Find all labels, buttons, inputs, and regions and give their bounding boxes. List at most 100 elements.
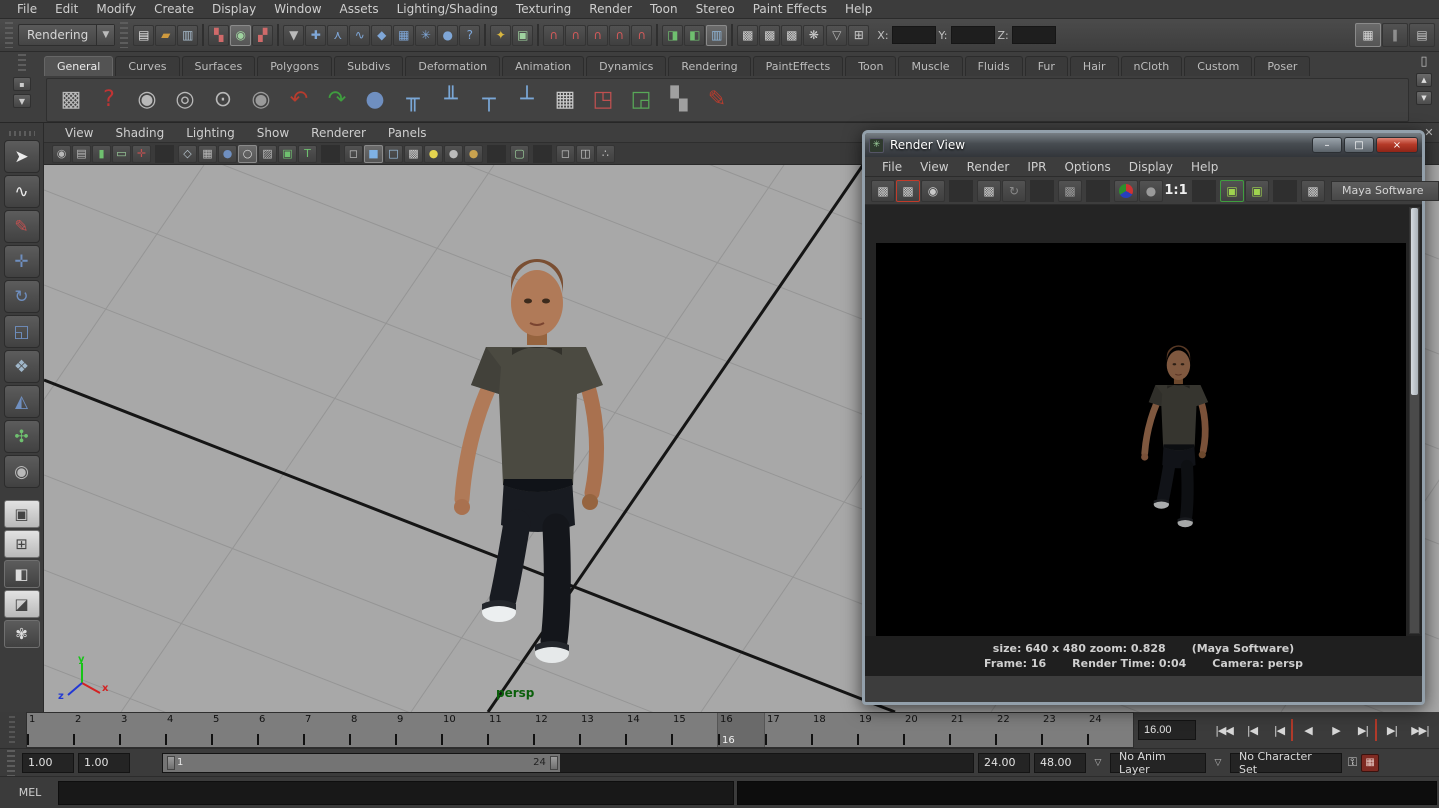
range-grip[interactable] [7,750,15,776]
menu-item[interactable]: Lighting/Shading [388,2,507,16]
timeline-frame[interactable]: 2 [73,713,119,747]
chevron-down-icon[interactable]: ▼ [96,25,114,45]
timeline-frame[interactable]: 20 [903,713,949,747]
lasso-select-tool-icon[interactable]: ∿ [4,175,40,208]
render-view-scrollbar[interactable] [1409,207,1420,634]
render-view-menu-item[interactable]: Options [1055,160,1119,174]
snap-to-view-planes-icon[interactable]: ∩ [609,25,630,46]
statusline-grip[interactable] [5,22,13,48]
open-scene-icon[interactable]: ▰ [155,25,176,46]
smooth-shade-icon[interactable]: ○ [238,145,257,163]
camera-track-icon[interactable]: ◎ [169,84,201,116]
shelf-tab-painteffects[interactable]: PaintEffects [753,56,844,76]
trash-icon[interactable]: ▯ [1420,54,1427,69]
shelf-tab-curves[interactable]: Curves [115,56,179,76]
paint-brush-shelf-icon[interactable]: ✎ [701,84,733,116]
playback-range[interactable]: 1 24 [163,754,560,772]
tool-settings-toggle-icon[interactable]: ∥ [1382,23,1408,47]
attribute-editor-toggle-icon[interactable]: ▤ [1409,23,1435,47]
select-rendering-icon[interactable]: ● [437,25,458,46]
help-icon[interactable]: ? [93,84,125,116]
menu-item[interactable]: Help [836,2,881,16]
show-manipulator-tool-icon[interactable]: ✣ [4,420,40,453]
timeline-frame[interactable]: 11 [487,713,533,747]
range-end-handle[interactable] [550,756,558,770]
timeline-frame[interactable]: 18 [811,713,857,747]
shelf-tab-general[interactable]: General [44,56,113,76]
viewport-menu-item[interactable]: Lighting [175,126,246,140]
x-field[interactable] [892,26,936,44]
step-back-key-button[interactable]: |◀ [1267,719,1293,741]
viewport-menu-item[interactable]: Panels [377,126,438,140]
playback-end-field[interactable]: 24.00 [978,753,1030,773]
bookmarks-icon[interactable]: ▮ [92,145,111,163]
channel-box-toggle-icon[interactable]: ▦ [1355,23,1381,47]
menu-item[interactable]: Toon [641,2,687,16]
shelf-tab-muscle[interactable]: Muscle [898,56,962,76]
pan-zoom-icon[interactable]: ✛ [132,145,151,163]
shelf-tabs-arrow-button[interactable]: ▼ [13,94,31,108]
minimize-button[interactable]: – [1312,137,1342,153]
y-field[interactable] [951,26,995,44]
shelf-tab-hair[interactable]: Hair [1070,56,1119,76]
shelf-tab-surfaces[interactable]: Surfaces [182,56,256,76]
shelf-tab-ncloth[interactable]: nCloth [1121,56,1183,76]
select-surfaces-icon[interactable]: ◆ [371,25,392,46]
playback-start-field[interactable]: 1.00 [78,753,130,773]
timeline-frame[interactable]: 4 [165,713,211,747]
wireframe-cube-icon[interactable]: ◻ [344,145,363,163]
shaded-icon[interactable]: ● [218,145,237,163]
menu-item[interactable]: Window [265,2,330,16]
step-back-frame-button[interactable]: |◀ [1239,719,1265,741]
delete-icon[interactable]: ● [359,84,391,116]
ipr-render-icon[interactable]: ▩ [977,180,1001,202]
toolbox-grip[interactable] [9,131,35,136]
lock-selection-icon[interactable]: ✦ [490,25,511,46]
menu-item[interactable]: Edit [46,2,87,16]
go-to-end-button[interactable]: ▶▶| [1407,719,1433,741]
shelf-tab-dynamics[interactable]: Dynamics [586,56,666,76]
menu-item[interactable]: Stereo [687,2,744,16]
timeline-frame[interactable]: 21 [949,713,995,747]
viewport-menu-item[interactable]: Renderer [300,126,377,140]
rendered-image[interactable] [876,243,1406,636]
shelf-tab-custom[interactable]: Custom [1184,56,1252,76]
render-settings-icon[interactable]: ❋ [803,25,824,46]
output-connections-icon[interactable]: ◧ [684,25,705,46]
shelf-grip[interactable] [18,54,26,74]
film-gate-icon[interactable]: ▦ [198,145,217,163]
redo-previous-render-icon[interactable]: ▩ [896,180,920,202]
input-connections-icon[interactable]: ◨ [662,25,683,46]
chevron-down-icon[interactable]: ▽ [1090,758,1106,768]
timeline-frame[interactable]: 22 [995,713,1041,747]
layout-four-pane-button[interactable]: ⊞ [4,530,40,558]
snap-to-points-icon[interactable]: ∩ [587,25,608,46]
layout-custom-button[interactable]: ✾ [4,620,40,648]
shaded-cube-icon[interactable]: ■ [364,145,383,163]
transform-entry-mode-icon[interactable]: ⊞ [848,25,869,46]
select-hierarchy-mode-icon[interactable]: ▚ [208,25,229,46]
parent-icon[interactable]: ╥ [397,84,429,116]
timeline[interactable]: 1234567891011121314151616171819202122232… [26,712,1134,748]
xray-cube-icon[interactable]: □ [384,145,403,163]
render-view-titlebar[interactable]: ✳ Render View – □ × [865,133,1422,157]
select-camera-icon[interactable]: ◉ [52,145,71,163]
camera-dolly-icon[interactable]: ⊙ [207,84,239,116]
menu-item[interactable]: Display [203,2,265,16]
keep-image-icon[interactable]: ▣ [1220,180,1244,202]
viewport-menu-item[interactable]: View [54,126,104,140]
share-nodes-icon[interactable]: ∴ [596,145,615,163]
image-plane-icon[interactable]: ▭ [112,145,131,163]
paint-selection-tool-icon[interactable]: ✎ [4,210,40,243]
chevron-down-icon[interactable]: ▽ [1210,758,1226,768]
snapshot-icon[interactable]: ◉ [921,180,945,202]
select-object-shelf-icon[interactable]: ◲ [625,84,657,116]
render-view-menu-item[interactable]: IPR [1018,160,1055,174]
menu-item[interactable]: Paint Effects [744,2,836,16]
timeline-frame[interactable]: 10 [441,713,487,747]
select-dynamics-icon[interactable]: ✳ [415,25,436,46]
shelf-tab-fluids[interactable]: Fluids [965,56,1023,76]
viewport-menu-item[interactable]: Shading [104,126,175,140]
timeline-frame[interactable]: 12 [533,713,579,747]
render-view-menu-item[interactable]: File [873,160,911,174]
